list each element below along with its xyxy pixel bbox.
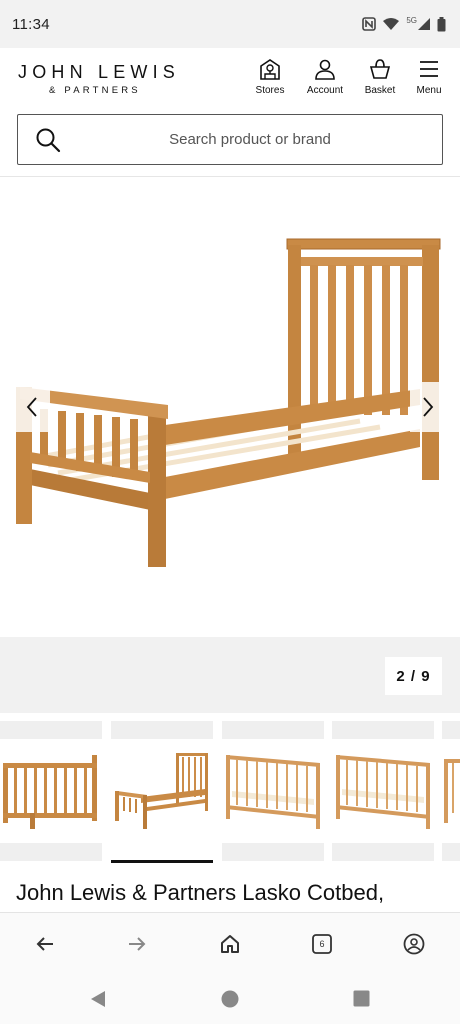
chevron-left-icon [26, 397, 37, 417]
menu-button[interactable]: Menu [401, 58, 457, 104]
browser-profile-button[interactable] [401, 931, 427, 957]
browser-home-button[interactable] [217, 931, 243, 957]
nfc-icon [362, 17, 377, 31]
thumbnail-2[interactable] [111, 721, 213, 861]
thumbnail-5[interactable] [442, 721, 460, 861]
browser-tabs-button[interactable]: 6 [309, 931, 335, 957]
thumbnail-image-cotbed-partial [444, 759, 460, 823]
thumbnail-active-indicator [111, 860, 213, 863]
browser-forward-button[interactable] [124, 931, 150, 957]
wifi-icon [383, 18, 400, 30]
signal-icon [418, 18, 430, 30]
site-header: JOHN LEWIS & PARTNERS Stores Account Bas… [0, 48, 460, 108]
menu-icon [420, 61, 438, 77]
stores-label: Stores [255, 85, 285, 96]
system-recents-icon[interactable] [353, 990, 370, 1007]
account-icon [315, 59, 335, 80]
john-lewis-logo[interactable]: JOHN LEWIS & PARTNERS [18, 62, 180, 96]
menu-label: Menu [416, 85, 442, 96]
gallery-next-button[interactable] [410, 382, 446, 432]
stores-button[interactable]: Stores [242, 58, 298, 104]
thumbnail-image-toddler-bed [115, 753, 208, 829]
thumbnail-carousel[interactable] [0, 721, 460, 871]
thumbnail-image-cotbed-mattress [226, 755, 320, 829]
account-label: Account [306, 85, 344, 96]
status-time: 11:34 [12, 15, 50, 33]
thumbnail-1[interactable] [0, 721, 102, 861]
logo-main: JOHN LEWIS [18, 62, 181, 82]
browser-back-button[interactable] [32, 931, 58, 957]
gallery-counter: 2 / 9 [385, 657, 442, 695]
browser-toolbar: 6 [0, 912, 460, 974]
system-home-icon[interactable] [221, 990, 239, 1008]
product-gallery[interactable] [0, 177, 460, 637]
system-back-icon[interactable] [89, 990, 107, 1008]
profile-icon [403, 933, 425, 955]
logo-sub: & PARTNERS [49, 85, 141, 96]
status-icons: 5G [362, 15, 446, 32]
thumbnail-3[interactable] [222, 721, 324, 861]
gallery-counter-strip: 2 / 9 [0, 637, 460, 713]
store-icon [260, 59, 280, 80]
product-title: John Lewis & Partners Lasko Cotbed, [16, 880, 385, 905]
gallery-prev-button[interactable] [14, 382, 50, 432]
basket-label: Basket [364, 85, 396, 96]
network-label: 5G [406, 15, 417, 25]
thumbnail-image-cotbed-mattress-2 [336, 755, 430, 829]
product-image-toddler-bed [16, 238, 441, 567]
basket-button[interactable]: Basket [352, 58, 408, 104]
status-bar: 11:34 5G [0, 0, 460, 48]
battery-icon [437, 16, 446, 31]
search-input[interactable] [78, 115, 422, 164]
tab-count: 6 [319, 939, 325, 949]
search-box[interactable] [17, 114, 443, 165]
basket-icon [369, 59, 391, 79]
home-icon [221, 935, 239, 953]
account-button[interactable]: Account [297, 58, 353, 104]
forward-arrow-icon [129, 937, 146, 951]
thumbnail-image-cotbed [3, 755, 97, 829]
search-icon[interactable] [35, 127, 61, 153]
thumbnail-4[interactable] [332, 721, 434, 861]
chevron-right-icon [423, 397, 434, 417]
back-arrow-icon [36, 937, 53, 951]
system-navigation-bar [0, 974, 460, 1024]
